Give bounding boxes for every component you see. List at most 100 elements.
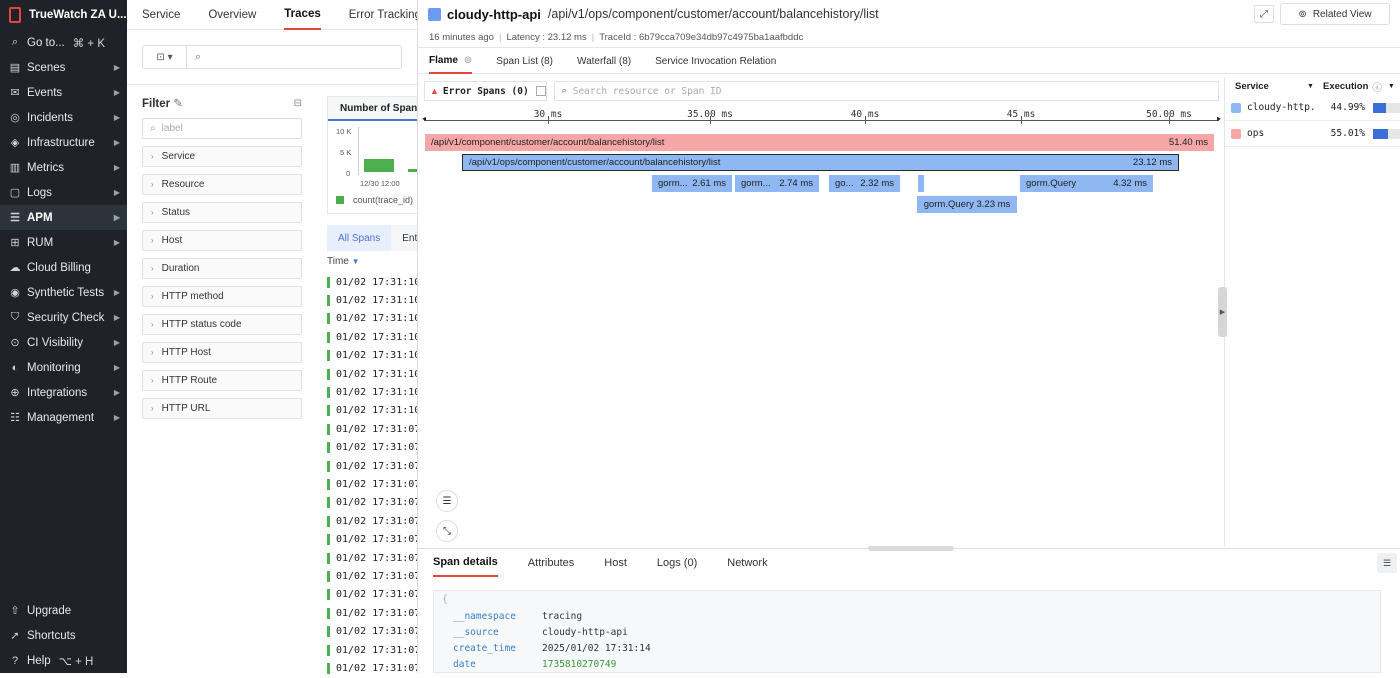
flame-span[interactable]: gorm.Query 4.32 ms <box>1020 175 1153 192</box>
flame-span[interactable]: /api/v1/component/customer/account/balan… <box>425 134 1214 151</box>
json-row[interactable]: __source cloudy-http-api <box>442 624 1372 640</box>
table-row[interactable]: 01/02 17:31:07. <box>327 604 422 622</box>
service-row[interactable]: cloudy-http... 44.99% <box>1225 95 1400 121</box>
facet-host[interactable]: › Host <box>142 230 302 251</box>
workspace-switcher[interactable]: TrueWatch ZA U... <box>0 0 127 30</box>
table-row[interactable]: 01/02 17:31:07. <box>327 439 422 457</box>
service-name[interactable]: cloudy-http-api <box>447 7 541 22</box>
nav-ci-visibility[interactable]: ⊙ CI Visibility ▶ <box>0 330 127 355</box>
table-row[interactable]: 01/02 17:31:07. <box>327 659 422 677</box>
tab-span-details[interactable]: Span details <box>433 549 498 577</box>
table-row[interactable]: 01/02 17:31:07. <box>327 512 422 530</box>
nav-shortcuts[interactable]: ➚ Shortcuts <box>0 623 127 648</box>
tab-logs[interactable]: Logs (0) <box>657 549 697 577</box>
table-row[interactable]: 01/02 17:31:10. <box>327 291 422 309</box>
facet-http-status-code[interactable]: › HTTP status code <box>142 314 302 335</box>
tab-waterfall[interactable]: Waterfall (8) <box>577 50 631 74</box>
table-row[interactable]: 01/02 17:31:07. <box>327 586 422 604</box>
nav-metrics[interactable]: ▥ Metrics ▶ <box>0 155 127 180</box>
nav-rum[interactable]: ⊞ RUM ▶ <box>0 230 127 255</box>
facet-resource[interactable]: › Resource <box>142 174 302 195</box>
json-row[interactable]: __namespace tracing <box>442 608 1372 624</box>
nav-upgrade[interactable]: ⇧ Upgrade <box>0 598 127 623</box>
table-row[interactable]: 01/02 17:31:10. <box>327 365 422 383</box>
table-row[interactable]: 01/02 17:31:07. <box>327 549 422 567</box>
flame-span[interactable]: go... 2.32 ms <box>829 175 900 192</box>
error-spans-toggle[interactable]: ▲ Error Spans (0) <box>424 81 547 101</box>
facet-http-method[interactable]: › HTTP method <box>142 286 302 307</box>
related-view-button[interactable]: ⊚ Related View <box>1280 3 1390 25</box>
tab-span-list[interactable]: Span List (8) <box>496 50 553 74</box>
nav-infrastructure[interactable]: ◈ Infrastructure ▶ <box>0 130 127 155</box>
tab-attributes[interactable]: Attributes <box>528 549 574 577</box>
facet-http-host[interactable]: › HTTP Host <box>142 342 302 363</box>
nav-goto[interactable]: ⌕ Go to... ⌘ + K <box>0 30 127 55</box>
tab-all-spans[interactable]: All Spans <box>327 225 392 251</box>
nav-apm[interactable]: ☰ APM ▶ <box>0 205 127 230</box>
tab-service[interactable]: Service <box>142 0 180 30</box>
nav-help[interactable]: ? Help ⌥ + H <box>0 648 127 673</box>
flame-span[interactable]: gorm.Query 3.23 ms <box>917 196 1017 213</box>
nav-monitoring[interactable]: ◐ Monitoring ▶ <box>0 355 127 380</box>
flame-span-selected[interactable]: /api/v1/ops/component/customer/account/b… <box>462 154 1179 171</box>
table-row[interactable]: 01/02 17:31:07. <box>327 622 422 640</box>
table-row[interactable]: 01/02 17:31:10. <box>327 310 422 328</box>
panel-resize-handle[interactable]: ▶ <box>1218 287 1227 337</box>
table-row[interactable]: 01/02 17:31:10. <box>327 273 422 291</box>
filter-search-input[interactable]: ⌕ label <box>142 118 302 139</box>
table-row[interactable]: 01/02 17:31:07. <box>327 457 422 475</box>
time-column-header[interactable]: Time ▼ <box>327 256 422 270</box>
query-type-dropdown[interactable]: ⊡ ▾ <box>143 46 187 68</box>
table-row[interactable]: 01/02 17:31:10. <box>327 402 422 420</box>
tab-overview[interactable]: Overview <box>208 0 256 30</box>
table-row[interactable]: 01/02 17:31:07. <box>327 494 422 512</box>
facet-http-route[interactable]: › HTTP Route <box>142 370 302 391</box>
tab-network[interactable]: Network <box>727 549 767 577</box>
layout-toggle-icon[interactable]: ☰ <box>1377 553 1397 573</box>
table-row[interactable]: 01/02 17:31:07. <box>327 641 422 659</box>
nav-synthetic-tests[interactable]: ◉ Synthetic Tests ▶ <box>0 280 127 305</box>
nav-integrations[interactable]: ⊕ Integrations ▶ <box>0 380 127 405</box>
span-search-input[interactable]: ⌕ Search resource or Span ID <box>554 81 1219 101</box>
facet-status[interactable]: › Status <box>142 202 302 223</box>
nav-scenes[interactable]: ▤ Scenes ▶ <box>0 55 127 80</box>
flame-span[interactable]: gorm... 2.61 ms <box>652 175 732 192</box>
error-spans-checkbox[interactable] <box>535 86 546 96</box>
edit-icon[interactable]: ✎ <box>173 98 183 110</box>
table-row[interactable]: 01/02 17:31:10. <box>327 383 422 401</box>
sort-icon[interactable]: ▼ <box>1307 83 1323 90</box>
nav-management[interactable]: ☷ Management ▶ <box>0 405 127 430</box>
tab-traces[interactable]: Traces <box>284 0 321 30</box>
list-toggle-icon[interactable]: ☰ <box>436 490 458 512</box>
service-row[interactable]: ops 55.01% <box>1225 121 1400 147</box>
table-row[interactable]: 01/02 17:31:07. <box>327 567 422 585</box>
query-input[interactable]: ⊡ ▾ ⌕ <box>142 45 402 69</box>
table-row[interactable]: 01/02 17:31:10. <box>327 347 422 365</box>
tab-service-invocation[interactable]: Service Invocation Relation <box>655 50 776 74</box>
chart-tab[interactable]: Number of Span <box>328 97 430 121</box>
legend-label[interactable]: count(trace_id) <box>353 195 413 205</box>
table-row[interactable]: 01/02 17:31:07. <box>327 530 422 548</box>
facet-service[interactable]: › Service <box>142 146 302 167</box>
facet-duration[interactable]: › Duration <box>142 258 302 279</box>
flame-span[interactable] <box>918 175 924 192</box>
nav-incidents[interactable]: ◎ Incidents ▶ <box>0 105 127 130</box>
nav-logs[interactable]: ▢ Logs ▶ <box>0 180 127 205</box>
tab-error-tracking[interactable]: Error Tracking <box>349 0 421 30</box>
table-row[interactable]: 01/02 17:31:07. <box>327 475 422 493</box>
tab-flame[interactable]: Flame ⊚ <box>429 50 473 74</box>
tab-host[interactable]: Host <box>604 549 627 577</box>
table-row[interactable]: 01/02 17:31:10. <box>327 328 422 346</box>
collapse-filter-icon[interactable]: ⊟ <box>294 98 302 109</box>
fullscreen-icon[interactable]: ⤢ <box>1254 5 1274 23</box>
facet-http-url[interactable]: › HTTP URL <box>142 398 302 419</box>
collapse-icon[interactable]: ⤡ <box>436 520 458 542</box>
nav-cloud-billing[interactable]: ☁ Cloud Billing <box>0 255 127 280</box>
trace-id[interactable]: TraceId : 6b79cca709e34db97c4975ba1aafbd… <box>599 32 803 43</box>
json-row[interactable]: create_time 2025/01/02 17:31:14 <box>442 640 1372 656</box>
nav-events[interactable]: ✉ Events ▶ <box>0 80 127 105</box>
chart-bar[interactable] <box>364 159 394 172</box>
flame-span[interactable]: gorm... 2.74 ms <box>735 175 819 192</box>
json-row[interactable]: date 1735810270749 <box>442 656 1372 672</box>
sort-icon[interactable]: ▼ <box>1388 83 1395 90</box>
